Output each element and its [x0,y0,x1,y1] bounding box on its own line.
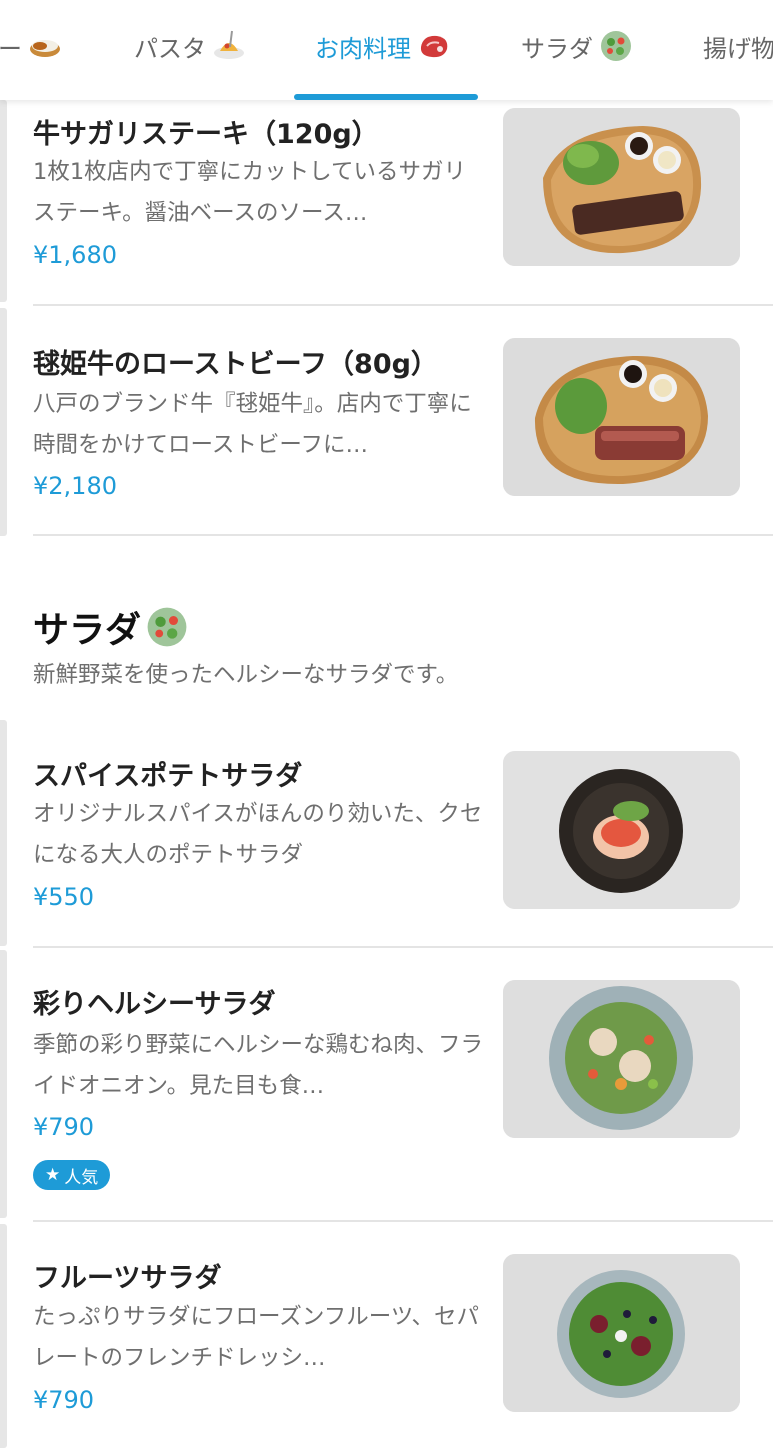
item-description: 八戸のブランド牛『毬姫牛』。店内で丁寧に時間をかけてローストビーフに… [33,391,472,458]
tab-pasta[interactable]: パスタ [134,26,246,66]
star-icon: ★ [45,1165,61,1185]
tab-label: パスタ [134,34,206,63]
salad-icon [601,31,631,61]
steak-plate-image [503,108,740,266]
item-description: 1枚1枚店内で丁寧にカットしているサガリステーキ。醤油ベースのソース… [33,159,466,226]
section-description: 新鮮野菜を使ったヘルシーなサラダです。 [33,662,459,688]
divider [33,534,773,536]
item-name: 牛サガリステーキ（120g） [33,119,379,150]
popular-badge: ★ 人気 [33,1160,111,1190]
item-name: 彩りヘルシーサラダ [33,989,276,1020]
menu-item[interactable]: 毬姫牛のローストビーフ（80g） 八戸のブランド牛『毬姫牛』。店内で丁寧に時間を… [0,306,773,536]
salad-icon [147,607,187,647]
item-description: たっぷりサラダにフローズンフルーツ、セパレートのフレンチドレッシ… [33,1304,479,1371]
tab-label: サラダ [521,34,593,63]
tab-curry[interactable]: ー [0,26,62,66]
item-description: 季節の彩り野菜にヘルシーな鶏むね肉、フライドオニオン。見た目も食… [33,1032,483,1099]
item-price: ¥790 [33,1386,95,1414]
section-title-text: サラダ [33,610,142,651]
roast-beef-plate-image [503,338,740,496]
fruit-salad-image [503,1254,740,1412]
curry-icon [30,40,60,57]
category-tab-bar: ー パスタ お肉料理 サラダ 揚げ物 [0,0,773,100]
tab-label: ー [0,34,22,63]
tab-fried[interactable]: 揚げ物 [703,26,773,66]
meat-icon [420,35,448,58]
menu-item[interactable]: フルーツサラダ たっぷりサラダにフローズンフルーツ、セパレートのフレンチドレッシ… [0,1222,773,1448]
potato-salad-image [503,751,740,909]
item-name: フルーツサラダ [33,1263,222,1294]
item-price: ¥1,680 [33,241,117,269]
item-name: 毬姫牛のローストビーフ（80g） [33,349,438,380]
tab-salad[interactable]: サラダ [521,26,633,66]
item-price: ¥790 [33,1113,95,1141]
healthy-salad-image [503,980,740,1138]
active-tab-indicator [294,94,478,100]
tab-label: お肉料理 [315,34,411,63]
item-description: オリジナルスパイスがほんのり効いた、クセになる大人のポテトサラダ [33,801,483,868]
menu-item[interactable]: スパイスポテトサラダ オリジナルスパイスがほんのり効いた、クセになる大人のポテト… [0,720,773,948]
item-name: スパイスポテトサラダ [33,761,303,792]
spaghetti-icon [214,30,244,59]
section-title: サラダ [33,601,189,653]
item-price: ¥2,180 [33,472,117,500]
menu-item[interactable]: 彩りヘルシーサラダ 季節の彩り野菜にヘルシーな鶏むね肉、フライドオニオン。見た目… [0,948,773,1220]
item-price: ¥550 [33,883,95,911]
menu-item[interactable]: 牛サガリステーキ（120g） 1枚1枚店内で丁寧にカットしているサガリステーキ。… [0,100,773,306]
badge-label: 人気 [64,1167,99,1188]
tab-meat[interactable]: お肉料理 [315,26,451,66]
tab-label: 揚げ物 [703,34,773,63]
